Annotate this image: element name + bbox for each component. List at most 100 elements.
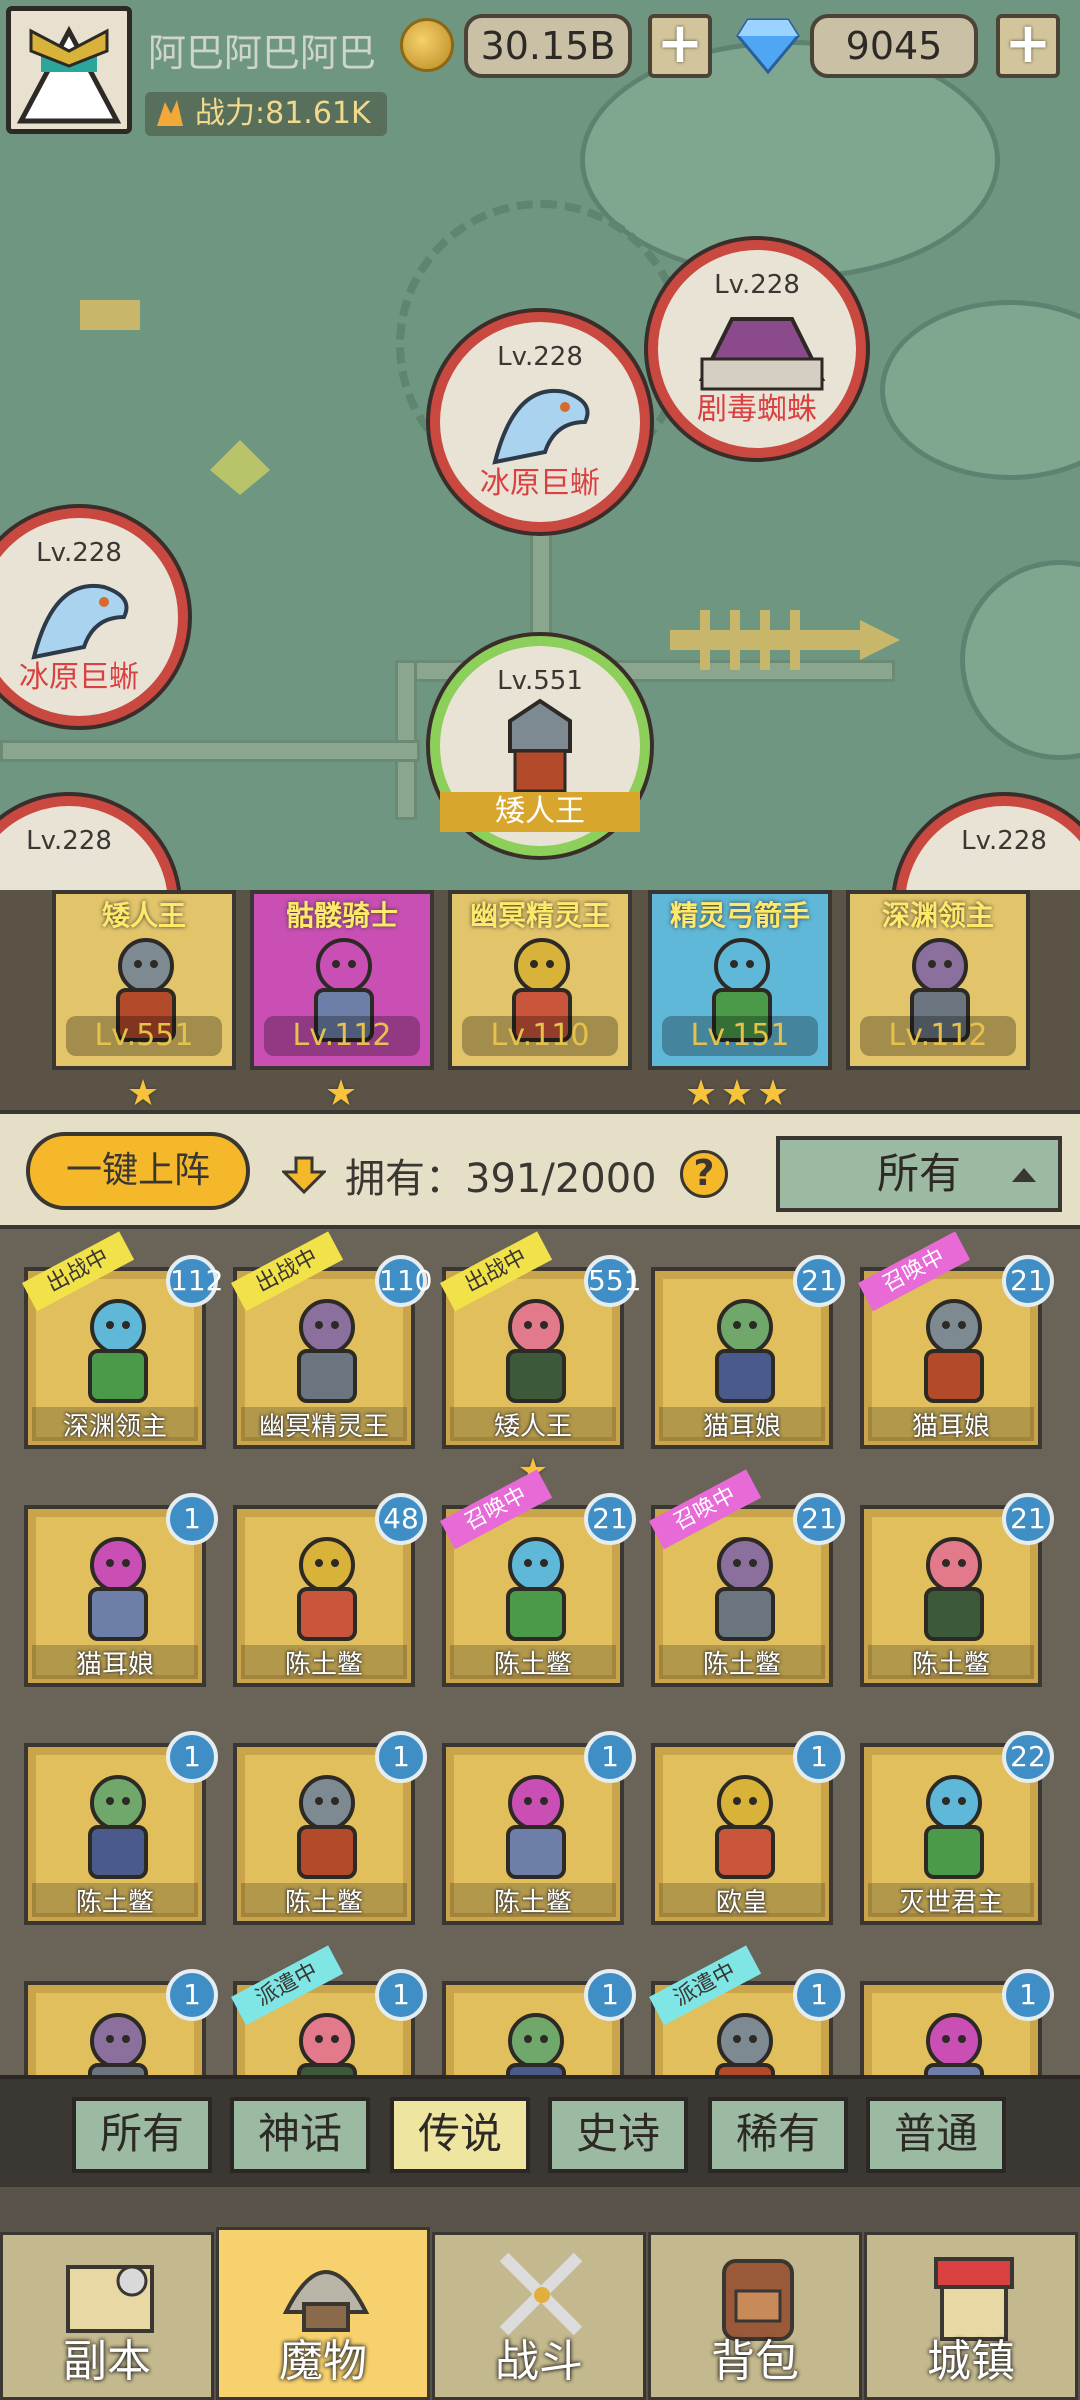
monster-card[interactable]: 灭世君主 22 — [860, 1731, 1054, 1925]
team-slot-stars: ★ — [323, 1076, 359, 1112]
star-icon: ★ — [324, 1073, 358, 1114]
card-name: 猫耳娘 — [75, 1650, 154, 1680]
help-button[interactable]: ? — [680, 1150, 728, 1198]
world-map[interactable]: 阿巴阿巴阿巴 战力:81.61K 30.15B + 9045 + Lv.228 … — [0, 0, 1080, 905]
monster-card[interactable]: 幽冥精灵王 110 出战中 — [231, 1231, 432, 1449]
team-slot[interactable]: 矮人王 Lv.551 — [52, 890, 236, 1070]
card-name: 陈土鳖 — [284, 1888, 363, 1918]
card-count-badge: 48 — [375, 1493, 427, 1545]
nav-tab[interactable]: 城镇 — [864, 2232, 1078, 2400]
monster-card[interactable]: 陈土鳖 21 召唤中 — [440, 1469, 636, 1687]
monster-portrait-icon — [88, 1299, 148, 1403]
rarity-tab[interactable]: 传说 — [390, 2097, 530, 2173]
chevron-up-icon — [1012, 1168, 1036, 1182]
node-level: Lv.228 — [714, 270, 800, 300]
path-segment — [0, 740, 420, 762]
monster-card[interactable]: 陈土鳖 21 召唤中 — [649, 1469, 845, 1687]
monster-card[interactable]: 1 派遣中 — [231, 1945, 427, 2075]
card-name: 幽冥精灵王 — [258, 1412, 389, 1442]
rarity-tab[interactable]: 史诗 — [548, 2097, 688, 2173]
monster-card[interactable]: 陈土鳖 21 — [860, 1493, 1054, 1687]
top-hud: 阿巴阿巴阿巴 战力:81.61K 30.15B + 9045 + — [0, 0, 1080, 140]
owned-count: 拥有：391/2000 — [345, 1156, 657, 1202]
nav-tab[interactable]: 背包 — [648, 2232, 862, 2400]
card-count-badge: 22 — [1002, 1731, 1054, 1783]
monster-card[interactable]: 猫耳娘 21 召唤中 — [858, 1231, 1054, 1449]
combat-power-text: 战力:81.61K — [195, 96, 371, 131]
monster-portrait-icon — [715, 1299, 775, 1403]
node-name: 冰原巨蜥 — [19, 660, 139, 695]
map-monster-node[interactable]: Lv.228 剧毒蜘蛛 — [648, 240, 866, 458]
gem-amount: 9045 — [810, 14, 978, 78]
map-monster-node[interactable]: Lv.228 冰原巨蜥 — [0, 508, 188, 726]
monster-portrait-icon — [88, 1775, 148, 1879]
nav-tab[interactable]: 战斗 — [432, 2232, 646, 2400]
monster-portrait-icon — [297, 1537, 357, 1641]
monster-card[interactable]: 1 — [442, 1969, 636, 2075]
node-name: 剧毒蜘蛛 — [697, 392, 817, 427]
team-slot-level: Lv.551 — [66, 1016, 222, 1056]
map-monster-node[interactable]: Lv.228 — [895, 796, 1080, 905]
skeleton-fossil-icon — [670, 610, 900, 670]
nav-tab[interactable]: 副本 — [0, 2232, 214, 2400]
monster-card[interactable]: 猫耳娘 21 — [651, 1255, 845, 1449]
monster-card[interactable]: 欧皇 1 — [651, 1731, 845, 1925]
monster-grid[interactable]: 深渊领主112出战中幽冥精灵王110出战中矮人王551出战中★猫耳娘21猫耳娘2… — [0, 1225, 1080, 2075]
monster-portrait-icon — [506, 2013, 566, 2075]
team-slot[interactable]: 深渊领主 Lv.112 — [846, 890, 1030, 1070]
rarity-tab[interactable]: 所有 — [72, 2097, 212, 2173]
bottom-nav: 副本 魔物 战斗 背包 城镇 — [0, 2187, 1080, 2400]
team-slot[interactable]: 精灵弓箭手 Lv.151 — [648, 890, 832, 1070]
player-avatar[interactable] — [6, 6, 132, 134]
card-count-badge: 1 — [584, 1731, 636, 1783]
team-slot-level: Lv.112 — [860, 1016, 1016, 1056]
monster-portrait-icon — [924, 2013, 984, 2075]
node-level: Lv.228 — [26, 826, 112, 856]
card-name: 猫耳娘 — [911, 1412, 990, 1442]
monster-card[interactable]: 猫耳娘 1 — [24, 1493, 218, 1687]
node-name: 矮人王 — [440, 792, 640, 832]
monster-card[interactable]: 陈土鳖 48 — [233, 1493, 427, 1687]
monster-card[interactable]: 陈土鳖 1 — [233, 1731, 427, 1925]
monster-card[interactable]: 1 — [860, 1969, 1054, 2075]
rarity-tab[interactable]: 神话 — [230, 2097, 370, 2173]
card-name: 陈土鳖 — [493, 1888, 572, 1918]
combat-power: 战力:81.61K — [145, 92, 387, 136]
ruin-icon — [210, 440, 270, 495]
monster-card[interactable]: 深渊领主 112 出战中 — [22, 1231, 223, 1449]
monster-card[interactable]: 1 — [24, 1969, 218, 2075]
auto-deploy-button[interactable]: 一键上阵 — [26, 1132, 250, 1210]
team-slot[interactable]: 幽冥精灵王 Lv.110 — [448, 890, 632, 1070]
card-count-badge: 1 — [793, 1731, 845, 1783]
nav-tab[interactable]: 魔物 — [216, 2227, 430, 2400]
monster-portrait-icon — [88, 2013, 148, 2075]
monster-portrait-icon — [715, 1537, 775, 1641]
team-lineup: 矮人王 Lv.551 ★ 骷髅骑士 Lv.112 ★ 幽冥精灵王 Lv.110 精灵弓箭手 Lv.… — [0, 890, 1080, 1114]
map-monster-node[interactable]: Lv.228 — [0, 796, 178, 905]
game-screen: 阿巴阿巴阿巴 战力:81.61K 30.15B + 9045 + Lv.228 … — [0, 0, 1080, 2400]
team-slot[interactable]: 骷髅骑士 Lv.112 — [250, 890, 434, 1070]
tree-decoration — [880, 300, 1080, 480]
map-ally-node[interactable]: Lv.551 矮人王 — [430, 636, 650, 856]
monster-helmet-icon — [282, 2270, 370, 2332]
monster-portrait-icon — [924, 1775, 984, 1879]
node-name: 冰原巨蜥 — [480, 466, 600, 501]
card-count-badge: 1 — [166, 1731, 218, 1783]
map-monster-node[interactable]: Lv.228 冰原巨蜥 — [430, 312, 650, 532]
rarity-tab[interactable]: 普通 — [866, 2097, 1006, 2173]
card-count-badge: 1 — [166, 1493, 218, 1545]
monster-card[interactable]: 1 派遣中 — [649, 1945, 845, 2075]
monster-card[interactable]: 矮人王 551 出战中 — [440, 1231, 641, 1449]
rarity-tab[interactable]: 稀有 — [708, 2097, 848, 2173]
card-count-badge: 1 — [1002, 1969, 1054, 2021]
team-slot-name: 精灵弓箭手 — [669, 899, 810, 932]
monster-card[interactable]: 陈土鳖 1 — [442, 1731, 636, 1925]
filter-dropdown[interactable]: 所有 — [776, 1136, 1062, 1212]
add-gold-button[interactable]: + — [648, 14, 712, 78]
card-count-badge: 21 — [584, 1493, 636, 1545]
team-slot-level: Lv.112 — [264, 1016, 420, 1056]
node-level: Lv.228 — [961, 826, 1047, 856]
star-icon: ★ — [756, 1073, 790, 1114]
monster-card[interactable]: 陈土鳖 1 — [24, 1731, 218, 1925]
add-gems-button[interactable]: + — [996, 14, 1060, 78]
